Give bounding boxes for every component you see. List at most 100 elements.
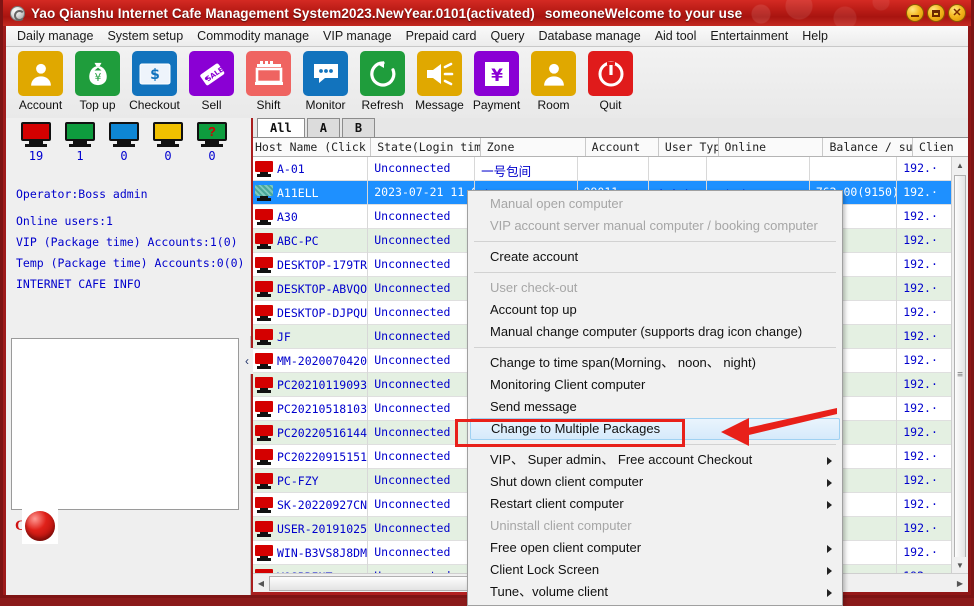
- scroll-down-arrow[interactable]: ▼: [952, 557, 968, 573]
- red-monitor-icon: [255, 208, 273, 225]
- toolbar-button-label: Top up: [79, 98, 116, 112]
- collapse-panel-handle[interactable]: ‹: [241, 348, 253, 374]
- offline-monitors[interactable]: 19: [14, 122, 58, 163]
- scroll-up-arrow[interactable]: ▲: [952, 157, 968, 173]
- toolbar-button-refresh[interactable]: Refresh: [354, 51, 411, 112]
- context-menu-item-create-account[interactable]: Create account: [468, 246, 842, 268]
- vertical-scrollbar[interactable]: ▲ ▼: [951, 157, 968, 575]
- toolbar: Account ¥ Top up $ Checkout SALE Sell Shift Moni…: [6, 47, 968, 118]
- tab-all[interactable]: All: [257, 118, 305, 137]
- tab-b[interactable]: B: [341, 118, 376, 137]
- notes-area[interactable]: [11, 338, 239, 510]
- maximize-button[interactable]: [927, 4, 945, 22]
- toolbar-button-shift[interactable]: Shift: [240, 51, 297, 112]
- context-menu-item-monitoring-client-computer[interactable]: Monitoring Client computer: [468, 374, 842, 396]
- column-header-3[interactable]: Account: [586, 138, 659, 156]
- context-menu-item-label: Manual change computer (supports drag ic…: [490, 324, 803, 339]
- svg-text:$: $: [150, 67, 160, 83]
- cell-client-ip: 192.·: [903, 256, 938, 271]
- column-header-5[interactable]: Online: [719, 138, 824, 156]
- context-menu-item-label: User check-out: [490, 280, 578, 295]
- toolbar-button-sell[interactable]: SALE Sell: [183, 51, 240, 112]
- cell-client-ip: 192.·: [903, 160, 938, 175]
- context-menu-item-label: VIP account server manual computer / boo…: [490, 218, 818, 233]
- red-monitor-icon: [255, 544, 273, 561]
- toolbar-button-message[interactable]: Message: [411, 51, 468, 112]
- context-menu-item-vip-super-admin-free-account-checkout[interactable]: VIP、 Super admin、 Free account Checkout: [468, 449, 842, 471]
- host-name-label: ABC-PC: [277, 233, 319, 248]
- cell-state: Unconnected: [368, 348, 476, 373]
- column-header-6[interactable]: Balance / surp·: [823, 138, 914, 156]
- context-menu-item-restart-client-computer[interactable]: Restart client computer: [468, 493, 842, 515]
- cell-state: Unconnected: [368, 157, 476, 181]
- scroll-left-arrow[interactable]: ◀: [253, 579, 269, 588]
- column-header-7[interactable]: Clien: [913, 138, 968, 156]
- paused-monitors[interactable]: 0: [146, 122, 190, 163]
- toolbar-button-checkout[interactable]: $ Checkout: [126, 51, 183, 112]
- context-menu-item-manual-change-computer-supports-drag-ico[interactable]: Manual change computer (supports drag ic…: [468, 321, 842, 343]
- column-header-4[interactable]: User Typ: [659, 138, 719, 156]
- dollar-bill-icon: $: [132, 51, 177, 96]
- context-menu-item-tune-volume-client[interactable]: Tune、volume client: [468, 581, 842, 603]
- menu-item-commodity-manage[interactable]: Commodity manage: [190, 27, 316, 45]
- booked-monitors[interactable]: 0: [102, 122, 146, 163]
- toolbar-button-label: Refresh: [361, 98, 404, 112]
- cell-host-name: MM-202007042048: [253, 348, 369, 373]
- info-line: INTERNET CAFE INFO: [16, 277, 141, 291]
- cell-host-name: A30: [253, 204, 369, 229]
- minimize-button[interactable]: [906, 4, 924, 22]
- column-header-0[interactable]: Host Name (Click So: [253, 138, 372, 156]
- toolbar-button-account[interactable]: Account: [12, 51, 69, 112]
- context-menu-item-label: Change to Multiple Packages: [491, 421, 661, 436]
- toolbar-button-label: Checkout: [129, 98, 180, 112]
- unknown-monitors[interactable]: ? 0: [190, 122, 234, 163]
- menu-item-aid-tool[interactable]: Aid tool: [648, 27, 704, 45]
- cell-balance: [810, 157, 898, 181]
- toolbar-button-payment[interactable]: ¥ Payment: [468, 51, 525, 112]
- host-name-label: PC202101190933: [277, 377, 369, 392]
- cell-client-ip: 192.·: [903, 400, 938, 415]
- column-header-2[interactable]: Zone: [481, 138, 586, 156]
- cell-client-ip: 192.·: [903, 520, 938, 535]
- menu-item-entertainment[interactable]: Entertainment: [703, 27, 795, 45]
- toolbar-button-room[interactable]: Room: [525, 51, 582, 112]
- close-button[interactable]: ✕: [948, 4, 966, 22]
- cell-host-name: YQSPRINT: [253, 564, 369, 573]
- red-monitor-icon: [255, 280, 273, 297]
- table-row[interactable]: A-01 Unconnected 一号包间 192.·: [253, 157, 951, 181]
- column-header-1[interactable]: State(Login time): [371, 138, 481, 156]
- red-monitor-icon: [255, 352, 273, 369]
- vertical-scroll-thumb[interactable]: [954, 175, 966, 575]
- context-menu-item-shut-down-client-computer[interactable]: Shut down client computer: [468, 471, 842, 493]
- menu-item-database-manage[interactable]: Database manage: [532, 27, 648, 45]
- context-menu-item-account-top-up[interactable]: Account top up: [468, 299, 842, 321]
- counter-icon: [246, 51, 291, 96]
- scroll-right-arrow[interactable]: ▶: [952, 579, 968, 588]
- toolbar-button-top-up[interactable]: ¥ Top up: [69, 51, 126, 112]
- cell-client-ip: 192.·: [903, 304, 938, 319]
- red-monitor-icon: [255, 304, 273, 321]
- chat-dots-icon: [303, 51, 348, 96]
- menu-item-query[interactable]: Query: [483, 27, 531, 45]
- host-name-label: A30: [277, 209, 298, 224]
- menu-item-prepaid-card[interactable]: Prepaid card: [399, 27, 484, 45]
- menu-item-help[interactable]: Help: [795, 27, 835, 45]
- host-name-label: SK-20220927CNSJ: [277, 497, 368, 512]
- context-menu-separator: [474, 272, 836, 273]
- toolbar-button-quit[interactable]: Quit: [582, 51, 639, 112]
- online-monitors[interactable]: 1: [58, 122, 102, 163]
- tab-a[interactable]: A: [306, 118, 340, 137]
- status-monitor-row: 19 1 0 0? 0: [6, 118, 251, 176]
- cell-client-ip: 192.·: [903, 472, 938, 487]
- context-menu-item-change-to-time-span-morning-noon-night-[interactable]: Change to time span(Morning、 noon、 night…: [468, 352, 842, 374]
- context-menu-item-client-lock-screen[interactable]: Client Lock Screen: [468, 559, 842, 581]
- cell-host-name: DESKTOP-DJPQUD5: [253, 300, 369, 325]
- window-title: Yao Qianshu Internet Cafe Management Sys…: [31, 5, 535, 21]
- menu-item-daily-manage[interactable]: Daily manage: [10, 27, 100, 45]
- context-menu-item-label: Manual open computer: [490, 196, 623, 211]
- toolbar-button-monitor[interactable]: Monitor: [297, 51, 354, 112]
- cell-state: Unconnected: [368, 564, 476, 573]
- context-menu-item-free-open-client-computer[interactable]: Free open client computer: [468, 537, 842, 559]
- menu-item-vip-manage[interactable]: VIP manage: [316, 27, 399, 45]
- menu-item-system-setup[interactable]: System setup: [100, 27, 190, 45]
